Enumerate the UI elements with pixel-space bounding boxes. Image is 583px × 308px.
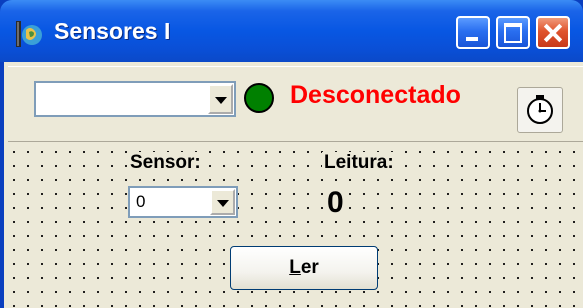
sensor-select[interactable]: 0 bbox=[128, 186, 238, 218]
connection-status: Desconectado bbox=[290, 81, 461, 109]
status-led-icon bbox=[244, 83, 274, 113]
clock-button[interactable] bbox=[517, 87, 563, 133]
delphi-app-icon bbox=[16, 21, 42, 47]
port-select[interactable] bbox=[34, 81, 236, 117]
chevron-down-icon[interactable] bbox=[208, 84, 233, 114]
title-bar[interactable]: Sensores I bbox=[0, 0, 583, 62]
toolbar: Desconectado bbox=[8, 66, 583, 142]
app-window: Sensores I Desconectado Sensor: Leitura:… bbox=[0, 0, 583, 308]
sensor-select-value: 0 bbox=[136, 192, 146, 211]
read-button[interactable]: Ler bbox=[230, 246, 378, 290]
window-title: Sensores I bbox=[54, 18, 171, 44]
chevron-down-icon[interactable] bbox=[210, 189, 235, 215]
read-button-label: er bbox=[300, 257, 319, 278]
sensor-label: Sensor: bbox=[128, 152, 203, 174]
maximize-button[interactable] bbox=[496, 16, 530, 49]
read-button-mnemonic: L bbox=[289, 257, 301, 278]
reading-label: Leitura: bbox=[322, 152, 396, 174]
form-design-grid: Sensor: Leitura: 0 0 Ler bbox=[4, 142, 583, 308]
close-button[interactable] bbox=[536, 16, 570, 49]
client-area: Desconectado Sensor: Leitura: 0 0 Ler bbox=[4, 62, 583, 308]
minimize-button[interactable] bbox=[456, 16, 490, 49]
clock-icon bbox=[527, 95, 553, 124]
reading-value: 0 bbox=[324, 186, 347, 220]
